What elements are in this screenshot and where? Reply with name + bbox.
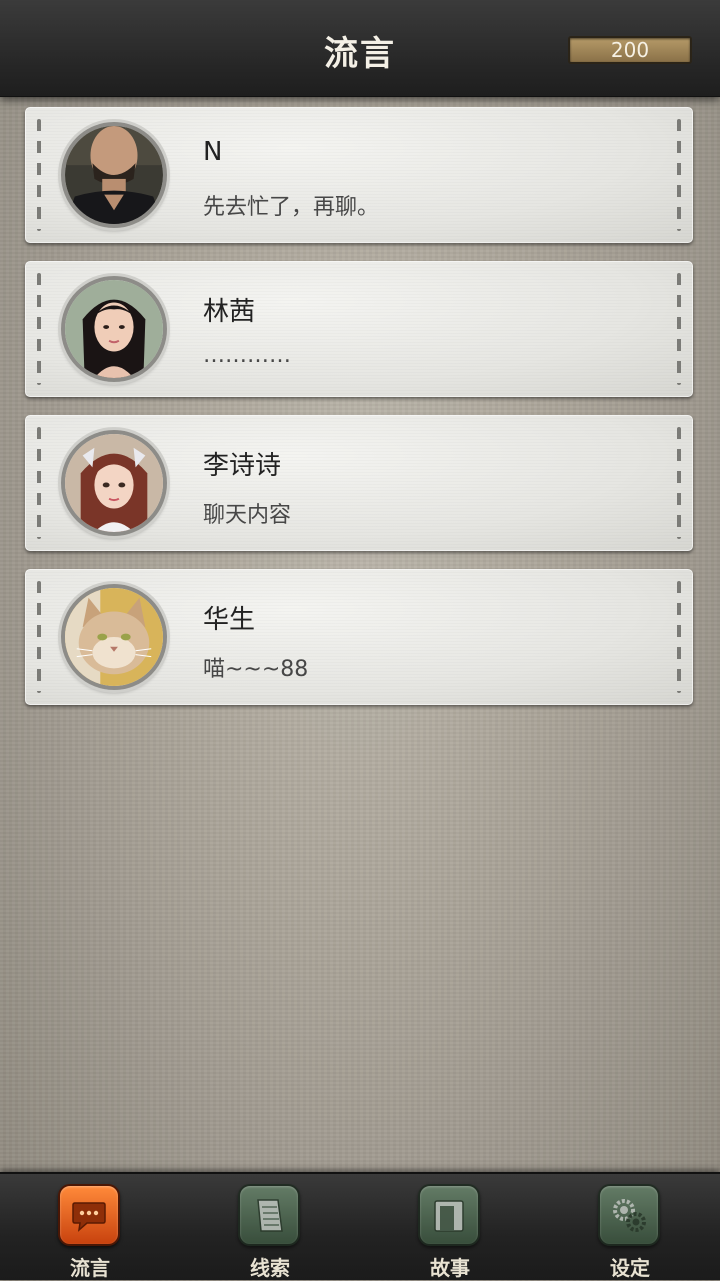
tab-label: 设定 bbox=[610, 1256, 650, 1280]
tab-story[interactable]: 故事 bbox=[390, 1180, 510, 1280]
tab-clues[interactable]: 线索 bbox=[210, 1180, 330, 1280]
contact-name: 华生 bbox=[203, 605, 256, 635]
stitch-left bbox=[37, 427, 41, 539]
cat-portrait-icon bbox=[61, 584, 167, 690]
bottom-tab-bar: 流言 线索 故事 设定 bbox=[0, 1172, 720, 1280]
stitch-left bbox=[37, 273, 41, 385]
message-preview: 聊天内容 bbox=[203, 503, 292, 528]
tab-settings[interactable]: 设定 bbox=[570, 1180, 690, 1280]
stitch-right bbox=[677, 427, 681, 539]
contact-name: 李诗诗 bbox=[203, 451, 282, 481]
tab-rumors[interactable]: 流言 bbox=[30, 1180, 150, 1280]
message-card-n[interactable]: N 先去忙了，再聊。 bbox=[25, 107, 693, 243]
message-list: N 先去忙了，再聊。 林茜 ………… 李诗诗 聊天内容 华生 喵~~~88 bbox=[25, 107, 693, 723]
stitch-left bbox=[37, 581, 41, 693]
girl-portrait-icon bbox=[61, 430, 167, 536]
chat-bubble-icon bbox=[58, 1184, 120, 1246]
stitch-right bbox=[677, 581, 681, 693]
message-card-linqian[interactable]: 林茜 ………… bbox=[25, 261, 693, 397]
stitch-right bbox=[677, 119, 681, 231]
contact-name: N bbox=[203, 137, 223, 167]
stitch-left bbox=[37, 119, 41, 231]
man-portrait-icon bbox=[61, 122, 167, 228]
top-bar: 流言 200 bbox=[0, 0, 720, 97]
message-preview: 先去忙了，再聊。 bbox=[203, 195, 380, 220]
message-preview: 喵~~~88 bbox=[203, 657, 309, 682]
notes-icon bbox=[238, 1184, 300, 1246]
coin-counter: 200 bbox=[568, 36, 692, 64]
woman-portrait-icon bbox=[61, 276, 167, 382]
message-preview: ………… bbox=[203, 343, 291, 368]
tab-label: 故事 bbox=[430, 1256, 470, 1280]
message-card-huasheng[interactable]: 华生 喵~~~88 bbox=[25, 569, 693, 705]
tab-label: 流言 bbox=[70, 1256, 110, 1280]
contact-name: 林茜 bbox=[203, 297, 256, 327]
stitch-right bbox=[677, 273, 681, 385]
gears-icon bbox=[598, 1184, 660, 1246]
message-card-lishishi[interactable]: 李诗诗 聊天内容 bbox=[25, 415, 693, 551]
tab-label: 线索 bbox=[250, 1256, 290, 1280]
book-icon bbox=[418, 1184, 480, 1246]
